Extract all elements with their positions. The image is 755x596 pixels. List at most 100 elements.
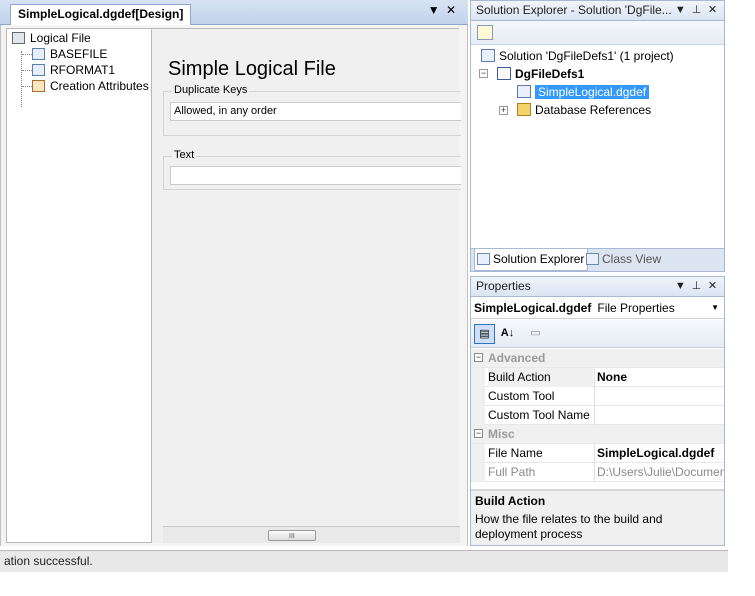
tree-item-rformat1[interactable]: RFORMAT1 xyxy=(32,62,115,78)
text-field[interactable] xyxy=(170,166,461,185)
property-description: Build Action How the file relates to the… xyxy=(471,489,724,545)
solution-icon xyxy=(481,49,495,62)
dgdef-file-icon xyxy=(517,85,531,98)
class-view-icon xyxy=(586,253,599,265)
property-name: Custom Tool xyxy=(488,389,555,403)
properties-pane: Properties ▼ ⊥ ✕ SimpleLogical.dgdef File… xyxy=(470,276,725,546)
attributes-icon xyxy=(32,80,45,92)
property-name: Full Path xyxy=(488,465,536,479)
table-icon xyxy=(32,48,45,60)
torn-edge-right xyxy=(728,0,755,596)
row-gutter xyxy=(471,444,485,463)
properties-icon[interactable] xyxy=(477,25,493,40)
logical-file-tree: Logical File BASEFILE RFORMAT1 Creation … xyxy=(6,28,152,543)
collapse-icon[interactable]: − xyxy=(479,69,488,78)
tree-item-simplelogical[interactable]: SimpleLogical.dgdef xyxy=(517,83,650,101)
properties-form: Simple Logical File Duplicate Keys Allow… xyxy=(152,28,461,543)
property-value[interactable] xyxy=(594,406,724,425)
tree-item-label: Database References xyxy=(535,103,652,117)
pin-icon[interactable]: ⊥ xyxy=(690,1,703,20)
property-row-build-action[interactable]: Build Action None xyxy=(471,368,724,387)
property-pages-icon[interactable]: ▭ xyxy=(525,324,546,344)
row-gutter xyxy=(471,368,485,387)
property-row-file-name[interactable]: File Name SimpleLogical.dgdef xyxy=(471,444,724,463)
object-type: File Properties xyxy=(597,301,675,315)
status-bar: ation successful. xyxy=(0,550,728,572)
property-value[interactable]: SimpleLogical.dgdef xyxy=(594,444,724,463)
text-group: Text xyxy=(163,149,461,190)
tree-item-label: BASEFILE xyxy=(50,47,108,61)
chevron-down-icon[interactable]: ▼ xyxy=(674,277,687,296)
document-tab-strip: SimpleLogical.dgdef[Design] ▼ ✕ xyxy=(0,0,468,25)
solution-explorer-tabs: Solution Explorer Class View xyxy=(471,248,724,271)
property-name: Build Action xyxy=(488,368,593,387)
property-row-full-path[interactable]: Full Path D:\Users\Julie\Documen xyxy=(471,463,724,482)
property-row-custom-tool[interactable]: Custom Tool xyxy=(471,387,724,406)
tab-label: Solution Explorer xyxy=(493,252,585,266)
tree-item-database-references[interactable]: Database References xyxy=(517,101,651,119)
selected-file-label: SimpleLogical.dgdef xyxy=(535,85,650,99)
tree-item-basefile[interactable]: BASEFILE xyxy=(32,46,107,62)
category-label: Advanced xyxy=(488,351,546,365)
close-icon[interactable]: ✕ xyxy=(706,1,719,20)
logical-file-icon xyxy=(12,32,25,44)
solution-explorer-toolbar xyxy=(471,21,724,45)
pane-controls: ▼ ⊥ ✕ xyxy=(674,1,719,20)
duplicate-keys-field[interactable]: Allowed, in any order xyxy=(170,102,461,121)
solution-explorer-title-bar: Solution Explorer - Solution 'DgFile... … xyxy=(471,1,724,21)
tab-class-view[interactable]: Class View xyxy=(584,249,664,271)
object-name: SimpleLogical.dgdef xyxy=(474,301,592,315)
solution-explorer-icon xyxy=(477,253,490,265)
tree-item-label: Creation Attributes xyxy=(50,79,149,93)
expand-icon[interactable]: + xyxy=(499,106,508,115)
solution-tree: Solution 'DgFileDefs1' (1 project) − DgF… xyxy=(471,46,724,246)
tree-item-project[interactable]: DgFileDefs1 xyxy=(497,65,584,83)
record-format-icon xyxy=(32,64,45,76)
tree-item-label: DgFileDefs1 xyxy=(515,67,585,81)
row-gutter xyxy=(471,406,485,425)
project-icon xyxy=(497,67,511,80)
property-value[interactable]: D:\Users\Julie\Documen xyxy=(594,463,724,482)
text-label: Text xyxy=(172,149,197,161)
pin-icon[interactable]: ⊥ xyxy=(690,277,703,296)
status-text: ation successful. xyxy=(4,554,93,568)
categorized-icon[interactable]: ▤ xyxy=(474,324,495,344)
scrollbar-thumb[interactable]: III xyxy=(268,530,316,541)
horizontal-scrollbar[interactable]: III xyxy=(163,526,460,543)
category-misc[interactable]: − Misc xyxy=(471,425,724,444)
document-tab-controls: ▼ ✕ xyxy=(427,3,458,17)
tree-item-logical-file[interactable]: Logical File xyxy=(12,30,91,46)
close-icon[interactable]: ✕ xyxy=(444,3,458,17)
grip-icon: III xyxy=(289,533,295,540)
collapse-icon[interactable]: − xyxy=(474,353,483,362)
properties-toolbar: ▤ A↓ ▭ xyxy=(471,320,724,348)
tab-solution-explorer[interactable]: Solution Explorer xyxy=(474,249,589,271)
pane-controls: ▼ ⊥ ✕ xyxy=(674,277,719,296)
tree-item-solution[interactable]: Solution 'DgFileDefs1' (1 project) xyxy=(481,47,674,65)
tree-connector xyxy=(21,51,22,107)
tree-item-label: RFORMAT1 xyxy=(50,63,116,77)
chevron-down-icon[interactable]: ▼ xyxy=(427,3,441,17)
description-title: Build Action xyxy=(475,494,546,508)
property-grid: − Advanced Build Action None Custom Tool… xyxy=(471,349,724,488)
alphabetical-icon[interactable]: A↓ xyxy=(497,324,518,344)
property-value[interactable]: None xyxy=(594,368,724,387)
object-selector[interactable]: SimpleLogical.dgdef File Properties ▼ xyxy=(471,297,724,319)
category-label: Misc xyxy=(488,427,515,441)
property-row-custom-tool-name[interactable]: Custom Tool Name xyxy=(471,406,724,425)
category-advanced[interactable]: − Advanced xyxy=(471,349,724,368)
document-tab-simplelogical[interactable]: SimpleLogical.dgdef[Design] xyxy=(10,4,192,25)
tree-item-creation-attributes[interactable]: Creation Attributes xyxy=(32,78,149,94)
tree-connector xyxy=(22,86,32,87)
collapse-icon[interactable]: − xyxy=(474,429,483,438)
property-value[interactable] xyxy=(594,387,724,406)
chevron-down-icon[interactable]: ▼ xyxy=(674,1,687,20)
tab-label: Class View xyxy=(602,252,662,266)
tree-item-label: Logical File xyxy=(30,31,91,45)
solution-explorer-pane: Solution Explorer - Solution 'DgFile... … xyxy=(470,0,725,272)
close-icon[interactable]: ✕ xyxy=(706,277,719,296)
property-name: File Name xyxy=(488,446,543,460)
chevron-down-icon[interactable]: ▼ xyxy=(711,297,719,319)
description-text: How the file relates to the build and de… xyxy=(475,512,663,541)
duplicate-keys-group: Duplicate Keys Allowed, in any order xyxy=(163,84,461,136)
